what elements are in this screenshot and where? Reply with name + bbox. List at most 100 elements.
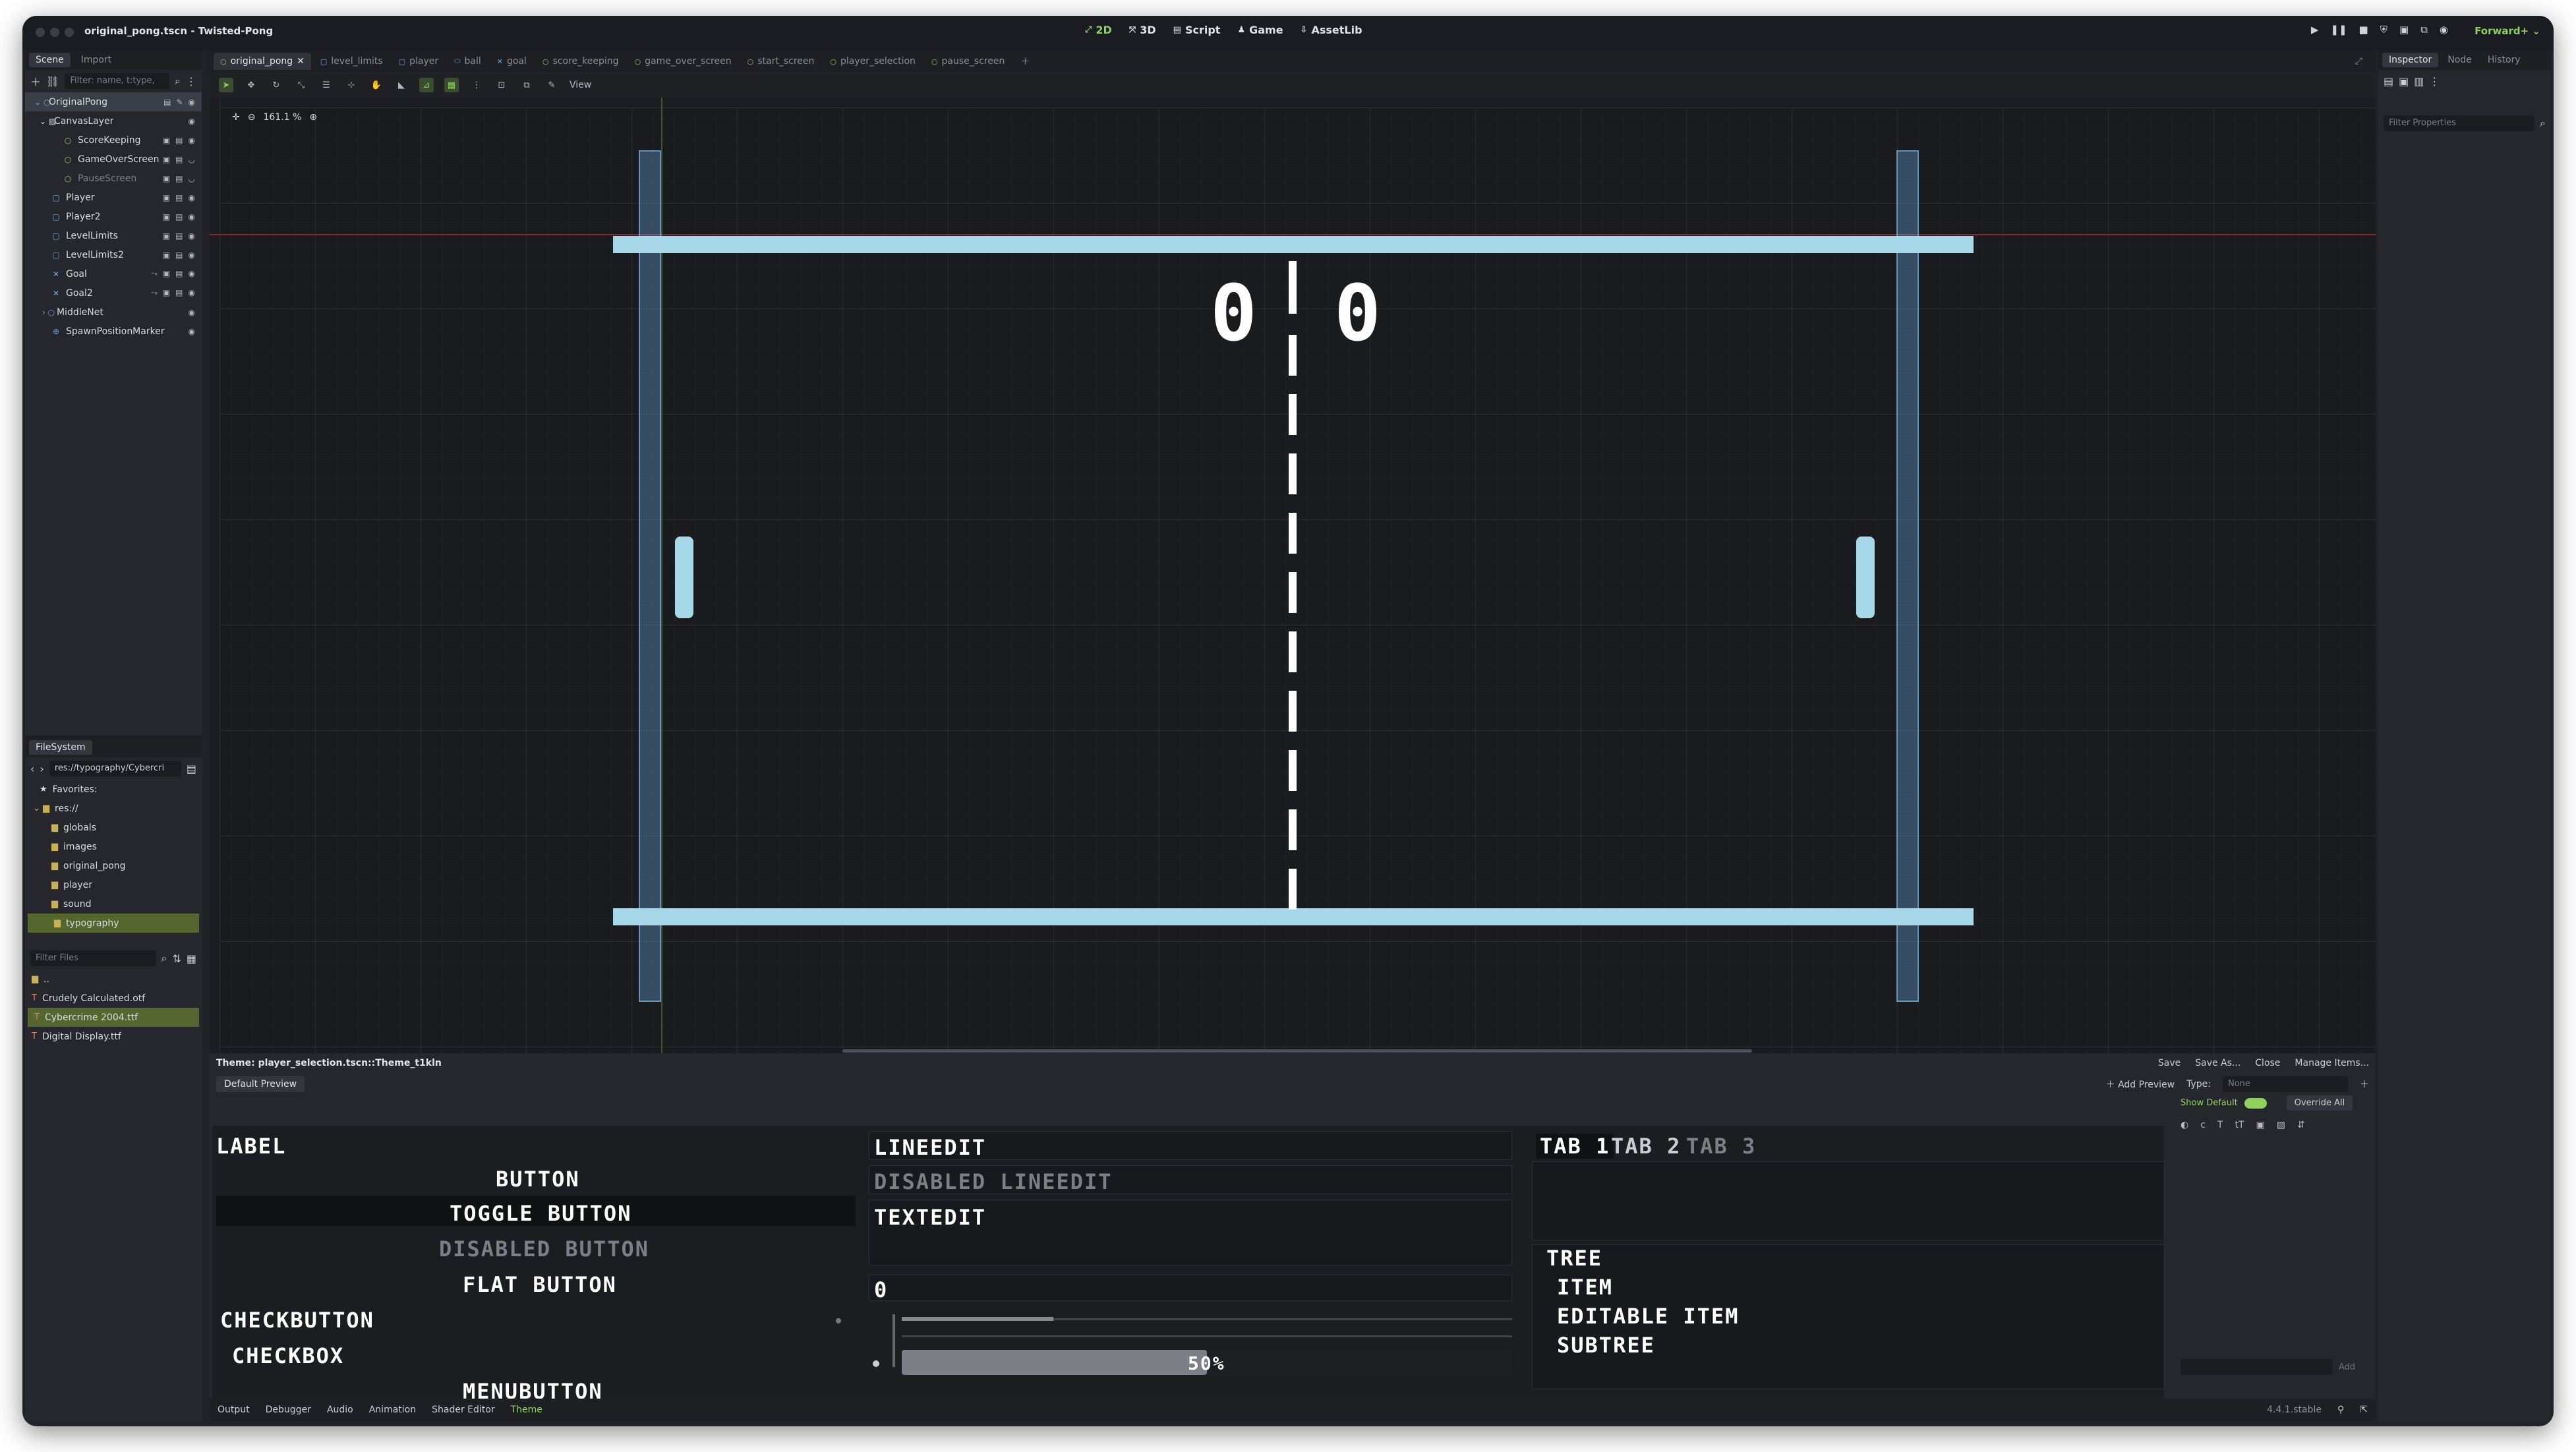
menu-icon[interactable]: ⋮: [186, 75, 196, 88]
close-window-button[interactable]: [36, 28, 45, 37]
font-items-icon[interactable]: T: [2217, 1120, 2223, 1130]
sort-icon[interactable]: ⇅: [172, 952, 181, 965]
mode-2d-button[interactable]: ⤢ 2D: [1085, 24, 1112, 36]
tree-item-goal[interactable]: ✕ Goal ⤳ ▣ ▤ ◉: [25, 264, 202, 283]
file-cybercrime[interactable]: T Cybercrime 2004.ttf: [28, 1008, 199, 1027]
script-icon[interactable]: ▤: [175, 231, 183, 241]
tab-debugger[interactable]: Debugger: [266, 1405, 311, 1415]
scene-filter-input[interactable]: Filter: name, t:type,: [65, 73, 170, 89]
forward-icon[interactable]: ›: [40, 763, 44, 775]
renderer-select[interactable]: Forward+ ⌄: [2474, 25, 2540, 37]
scale-mode-icon[interactable]: ⤡: [294, 78, 308, 92]
add-preview-button[interactable]: ＋ Add Preview: [2106, 1078, 2175, 1091]
pan-icon[interactable]: ✋: [369, 78, 384, 92]
tree-item-middlenet[interactable]: › ○ MiddleNet ◉: [25, 303, 202, 322]
visibility-icon[interactable]: ◉: [189, 136, 195, 145]
pivot-icon[interactable]: ⊹: [344, 78, 359, 92]
visibility-icon[interactable]: ◉: [189, 231, 195, 241]
tab-animation[interactable]: Animation: [369, 1405, 416, 1415]
visibility-icon[interactable]: ◉: [189, 308, 195, 317]
icon-items-icon[interactable]: ▣: [2256, 1120, 2265, 1130]
override-all-button[interactable]: Override All: [2286, 1095, 2353, 1111]
filter-files-input[interactable]: Filter Files: [30, 950, 156, 966]
scene-tab-game-over-screen[interactable]: ○ game_over_screen: [628, 53, 738, 70]
smart-snap-icon[interactable]: ⊿: [419, 78, 434, 92]
show-default-toggle[interactable]: [2244, 1097, 2267, 1109]
tree-item[interactable]: ITEM: [1557, 1275, 1613, 1300]
more-icon[interactable]: ⋮: [2429, 75, 2440, 88]
folder-images[interactable]: ▆ images: [25, 837, 202, 856]
mode-assetlib-button[interactable]: ⇩ AssetLib: [1301, 24, 1362, 36]
top-wall[interactable]: [613, 236, 1974, 253]
scene-icon[interactable]: ▣: [163, 136, 170, 145]
scene-icon[interactable]: ▣: [163, 155, 170, 164]
tab-shader-editor[interactable]: Shader Editor: [432, 1405, 494, 1415]
folder-sound[interactable]: ▆ sound: [25, 894, 202, 914]
add-type-icon[interactable]: ＋: [2360, 1078, 2369, 1091]
save-resource-icon[interactable]: ▥: [2414, 75, 2424, 88]
view-menu[interactable]: View: [570, 80, 591, 90]
tree-item-pausescreen[interactable]: ○ PauseScreen ▣ ▤ ◡: [25, 169, 202, 188]
tree-item-scorekeeping[interactable]: ○ ScoreKeeping ▣ ▤ ◉: [25, 131, 202, 150]
tree-item-goal2[interactable]: ✕ Goal2 ⤳ ▣ ▤ ◉: [25, 283, 202, 303]
bone-icon[interactable]: ✎: [544, 78, 559, 92]
script-icon[interactable]: ▤: [175, 174, 183, 183]
tab-import[interactable]: Import: [74, 53, 118, 67]
type-variation-icon[interactable]: ⇵: [2297, 1120, 2305, 1130]
tree-item-player2[interactable]: ▢ Player2 ▣ ▤ ◉: [25, 207, 202, 226]
preview-tab-1[interactable]: TAB 1: [1536, 1134, 1614, 1159]
tree-item-gameoverscreen[interactable]: ○ GameOverScreen ▣ ▤ ◡: [25, 150, 202, 169]
script-icon[interactable]: ▤: [175, 212, 183, 221]
scene-icon[interactable]: ▣: [163, 288, 170, 298]
play-scene-icon[interactable]: ▣: [2399, 24, 2409, 36]
rotate-mode-icon[interactable]: ↻: [269, 78, 283, 92]
script-icon[interactable]: ▤: [175, 136, 183, 145]
tab-node[interactable]: Node: [2441, 53, 2478, 67]
load-resource-icon[interactable]: ▣: [2399, 75, 2409, 88]
preview-spinbox[interactable]: [869, 1275, 1512, 1301]
type-select[interactable]: None: [2223, 1076, 2348, 1092]
bottom-wall[interactable]: [613, 908, 1974, 925]
scene-icon[interactable]: ▣: [163, 212, 170, 221]
folder-player[interactable]: ▆ player: [25, 875, 202, 894]
add-item-button[interactable]: Add: [2339, 1362, 2355, 1372]
remote-debug-icon[interactable]: ⛨: [2380, 24, 2387, 36]
tab-scene[interactable]: Scene: [29, 53, 71, 67]
scene-icon[interactable]: ▣: [163, 250, 170, 260]
left-paddle[interactable]: [675, 537, 693, 618]
visibility-icon[interactable]: ◉: [189, 193, 195, 202]
play-icon[interactable]: ▶: [2311, 24, 2319, 36]
distraction-free-icon[interactable]: ⤢: [2349, 53, 2369, 70]
file-up[interactable]: ▆..: [25, 970, 202, 989]
scene-tab-player[interactable]: ▢ player: [392, 53, 445, 70]
tree-item-canvaslayer[interactable]: ⌄ ▨ CanvasLayer ◉: [25, 111, 202, 131]
left-level-limit[interactable]: [639, 150, 661, 1002]
right-paddle[interactable]: [1856, 537, 1875, 618]
visibility-icon[interactable]: ◉: [189, 212, 195, 221]
grid-snap-icon[interactable]: ▦: [444, 78, 459, 92]
tab-output[interactable]: Output: [218, 1405, 250, 1415]
tab-inspector[interactable]: Inspector: [2382, 53, 2439, 67]
script-icon[interactable]: ▤: [175, 269, 183, 279]
right-level-limit[interactable]: [1896, 150, 1919, 1002]
minimize-window-button[interactable]: [50, 28, 59, 37]
horizontal-scrollbar[interactable]: [842, 1049, 1752, 1053]
file-crudely-calculated[interactable]: T Crudely Calculated.otf: [25, 989, 202, 1008]
zoom-out-icon[interactable]: ⊖: [248, 112, 256, 123]
script-icon[interactable]: ▤: [175, 155, 183, 164]
script-icon[interactable]: ▤: [175, 250, 183, 260]
preview-checkbox[interactable]: CHECKBOX: [232, 1343, 344, 1368]
scene-tab-pause-screen[interactable]: ○ pause_screen: [925, 53, 1011, 70]
tree-item-originalpong[interactable]: ⌄ ○ OriginalPong ▤ ✎ ◉: [25, 92, 202, 111]
preview-tab-3[interactable]: TAB 3: [1686, 1134, 1756, 1159]
script-icon[interactable]: ▤: [175, 193, 183, 202]
path-field[interactable]: res://typography/Cybercri: [49, 761, 181, 776]
pause-icon[interactable]: ❚❚: [2330, 24, 2347, 36]
tree-item-levellimits2[interactable]: ▢ LevelLimits2 ▣ ▤ ◉: [25, 245, 202, 264]
preview-button[interactable]: BUTTON: [496, 1167, 580, 1192]
tab-audio[interactable]: Audio: [327, 1405, 353, 1415]
font-size-items-icon[interactable]: tT: [2235, 1120, 2244, 1130]
save-button[interactable]: Save: [2158, 1058, 2181, 1068]
mode-game-button[interactable]: ♟ Game: [1237, 24, 1283, 36]
grid-icon[interactable]: ▦: [187, 952, 196, 965]
